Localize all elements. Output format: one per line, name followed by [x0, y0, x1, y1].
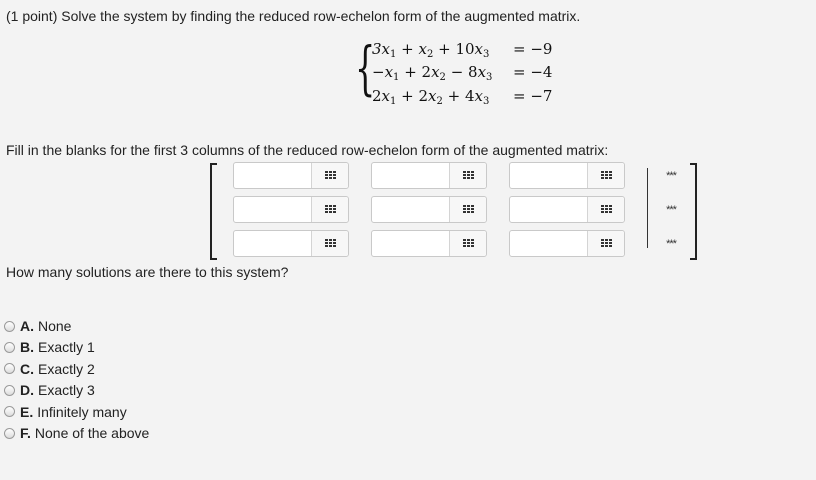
solutions-question: How many solutions are there to this sys…: [6, 264, 289, 280]
matrix-input-r1-c1[interactable]: [234, 163, 320, 188]
radio-button[interactable]: [4, 341, 15, 353]
matrix-input-r1-c3[interactable]: [510, 163, 596, 188]
grid-icon: [462, 204, 474, 215]
problem-prompt: (1 point) Solve the system by finding th…: [6, 8, 581, 24]
matrix-input-r3-c2[interactable]: [372, 231, 458, 256]
radio-button[interactable]: [4, 406, 15, 418]
grid-icon: [324, 204, 336, 215]
equation-editor-button[interactable]: [311, 163, 348, 188]
equation-editor-button[interactable]: [587, 163, 624, 188]
equation-editor-button[interactable]: [449, 197, 486, 222]
grid-icon: [600, 170, 612, 181]
matrix-cell-r2-c2: [371, 196, 487, 223]
matrix-input-r2-c2[interactable]: [372, 197, 458, 222]
equation-editor-button[interactable]: [449, 231, 486, 256]
choice-e[interactable]: E. Infinitely many: [4, 402, 127, 422]
equation-rhs: = −9: [513, 40, 553, 58]
choice-letter: E.: [20, 403, 34, 420]
choice-a[interactable]: A. None: [4, 316, 71, 336]
choice-text: Exactly 1: [38, 339, 95, 356]
grid-icon: [600, 238, 612, 249]
radio-button[interactable]: [4, 384, 15, 396]
fill-prompt: Fill in the blanks for the first 3 colum…: [6, 142, 609, 158]
augmented-divider: [647, 168, 648, 248]
matrix-cell-r1-c2: [371, 162, 487, 189]
matrix-cell-r3-c2: [371, 230, 487, 257]
choice-d[interactable]: D. Exactly 3: [4, 380, 95, 400]
equation-editor-button[interactable]: [587, 197, 624, 222]
choice-f[interactable]: F. None of the above: [4, 423, 149, 443]
radio-button[interactable]: [4, 427, 15, 439]
choice-text: Infinitely many: [37, 403, 127, 420]
grid-icon: [462, 238, 474, 249]
equation-editor-button[interactable]: [311, 231, 348, 256]
matrix-cell-r2-c1: [233, 196, 349, 223]
equation-rhs: = −7: [513, 87, 553, 105]
choice-c[interactable]: C. Exactly 2: [4, 359, 95, 379]
augmented-column-placeholder: ***: [666, 204, 677, 216]
matrix-cell-r3-c3: [509, 230, 625, 257]
matrix-input-r2-c1[interactable]: [234, 197, 320, 222]
grid-icon: [324, 238, 336, 249]
choice-letter: B.: [20, 339, 34, 356]
augmented-column-placeholder: ***: [666, 170, 677, 182]
matrix-input-r3-c1[interactable]: [234, 231, 320, 256]
matrix-input-r2-c3[interactable]: [510, 197, 596, 222]
choice-letter: D.: [20, 382, 34, 399]
choice-b[interactable]: B. Exactly 1: [4, 337, 95, 357]
equation-lhs: 3x1 + x2 + 10x3: [372, 40, 490, 60]
matrix-cell-r2-c3: [509, 196, 625, 223]
matrix-right-bracket: [690, 163, 697, 260]
choice-text: None: [38, 318, 72, 334]
grid-icon: [600, 204, 612, 215]
equation-lhs: 2x1 + 2x2 + 4x3: [372, 87, 490, 107]
equation-rhs: = −4: [513, 63, 553, 81]
choice-letter: A.: [20, 318, 34, 334]
matrix-input-r1-c2[interactable]: [372, 163, 458, 188]
radio-button[interactable]: [4, 320, 15, 332]
matrix-left-bracket: [210, 163, 217, 260]
augmented-column-placeholder: ***: [666, 238, 677, 250]
grid-icon: [462, 170, 474, 181]
choice-text: Exactly 3: [38, 382, 95, 399]
equation-editor-button[interactable]: [449, 163, 486, 188]
matrix-cell-r1-c3: [509, 162, 625, 189]
choice-text: Exactly 2: [38, 360, 95, 377]
equation-lhs: −x1 + 2x2 − 8x3: [372, 63, 493, 83]
choice-letter: C.: [20, 360, 34, 377]
grid-icon: [324, 170, 336, 181]
matrix-input-r3-c3[interactable]: [510, 231, 596, 256]
equation-system: { 3x1 + x2 + 10x3 = −9 −x1 + 2x2 − 8x3 =…: [355, 36, 575, 108]
choice-letter: F.: [20, 425, 31, 441]
matrix-cell-r3-c1: [233, 230, 349, 257]
equation-editor-button[interactable]: [311, 197, 348, 222]
matrix-cell-r1-c1: [233, 162, 349, 189]
choice-text: None of the above: [34, 425, 150, 441]
equation-editor-button[interactable]: [587, 231, 624, 256]
radio-button[interactable]: [4, 363, 15, 375]
